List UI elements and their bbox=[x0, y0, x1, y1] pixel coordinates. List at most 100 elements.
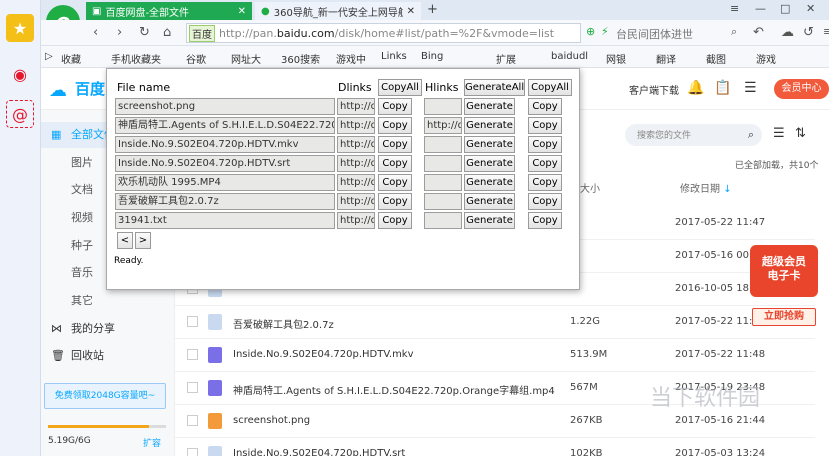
file-search-input[interactable]: 搜索您的文件 ⌕ bbox=[625, 124, 762, 146]
hlink-field[interactable] bbox=[424, 98, 462, 115]
copy-dlink-button[interactable]: Copy bbox=[378, 117, 412, 134]
buy-now-button[interactable]: 立即抢购 bbox=[752, 308, 816, 326]
copy-dlink-button[interactable]: Copy bbox=[378, 155, 412, 172]
copy-hlink-button[interactable]: Copy bbox=[528, 193, 562, 210]
mail-icon[interactable]: @ bbox=[6, 100, 34, 128]
dlink-field[interactable]: http://d. bbox=[337, 117, 375, 134]
close-window-icon[interactable]: ✕ bbox=[806, 2, 815, 15]
refresh-icon[interactable]: ↻ bbox=[139, 25, 150, 40]
extensions-button[interactable]: 扩展 bbox=[496, 51, 516, 66]
dlink-field[interactable]: http://d. bbox=[337, 155, 375, 172]
home-icon[interactable]: ⌂ bbox=[163, 25, 171, 40]
search-icon[interactable]: ⌕ bbox=[731, 25, 737, 39]
baidu-pan-logo[interactable]: ☁ 百度 bbox=[49, 78, 105, 101]
file-name[interactable]: Inside.No.9.S02E04.720p.HDTV.srt bbox=[233, 448, 405, 456]
speed-icon[interactable]: ⚡ bbox=[601, 25, 609, 38]
new-tab-button[interactable]: + bbox=[427, 2, 438, 17]
dlink-field[interactable]: http://d. bbox=[337, 193, 375, 210]
baidudl-extension[interactable]: baidudl bbox=[551, 51, 588, 62]
restore-icon[interactable]: ↺ bbox=[803, 25, 814, 40]
generate-button[interactable]: Generate bbox=[464, 136, 515, 153]
row-checkbox[interactable] bbox=[187, 448, 198, 456]
search-box[interactable]: 台民间团体进世 bbox=[616, 23, 761, 43]
bookmark-toggle-icon[interactable]: ▷ bbox=[45, 51, 53, 62]
list-view-icon[interactable]: ☰ bbox=[773, 126, 785, 141]
bell-icon[interactable]: 🔔 bbox=[687, 80, 704, 96]
bookmark-google[interactable]: 谷歌 bbox=[186, 51, 206, 66]
copy-hlink-button[interactable]: Copy bbox=[528, 212, 562, 229]
bookmark-games[interactable]: 游戏中 bbox=[336, 51, 366, 66]
bookmark-links[interactable]: Links bbox=[381, 51, 407, 62]
more-icon[interactable]: ≡ bbox=[823, 25, 829, 38]
clipboard-icon[interactable]: 📋 bbox=[714, 80, 731, 96]
column-header-size[interactable]: 大小 bbox=[580, 180, 600, 195]
tab-baidu-pan[interactable]: ▣ 百度网盘-全部文件 ✕ bbox=[86, 2, 252, 20]
file-name[interactable]: screenshot.png bbox=[233, 415, 310, 426]
dlink-field[interactable]: http://d. bbox=[337, 174, 375, 191]
tab-360-nav[interactable]: ● 360导航_新一代安全上网导航 ✕ bbox=[255, 2, 421, 20]
cloud-icon[interactable]: ☁ bbox=[781, 25, 794, 40]
table-row[interactable]: Inside.No.9.S02E04.720p.HDTV.srt 102KB 201… bbox=[175, 438, 815, 456]
online-banking[interactable]: 网银 bbox=[606, 51, 626, 66]
hlink-field[interactable] bbox=[424, 155, 462, 172]
file-name[interactable]: 神盾局特工.Agents of S.H.I.E.L.D.S04E22.720p.… bbox=[233, 382, 555, 397]
minimize-icon[interactable]: — bbox=[755, 2, 766, 15]
close-tab-icon[interactable]: ✕ bbox=[238, 6, 246, 17]
generate-button[interactable]: Generate bbox=[464, 117, 515, 134]
hlink-field[interactable] bbox=[424, 193, 462, 210]
forward-icon[interactable]: › bbox=[117, 25, 122, 40]
column-header-date[interactable]: 修改日期 ↓ bbox=[680, 180, 732, 195]
table-row[interactable]: 吾爱破解工具包2.0.7z 1.22G 2017-05-22 11:48 bbox=[175, 306, 815, 339]
menu-grid-icon[interactable]: ☰ bbox=[744, 80, 757, 96]
prev-page-button[interactable]: < bbox=[117, 232, 133, 249]
table-row[interactable]: Inside.No.9.S02E04.720p.HDTV.mkv 513.9M 20… bbox=[175, 339, 815, 372]
games-button[interactable]: 游戏 bbox=[756, 51, 776, 66]
maximize-icon[interactable]: □ bbox=[780, 2, 790, 15]
back-icon[interactable]: ‹ bbox=[93, 25, 98, 40]
vip-promo[interactable]: 超级会员 电子卡 立即抢购 bbox=[742, 225, 824, 330]
dlink-field[interactable]: http://d. bbox=[337, 98, 375, 115]
file-name-field[interactable]: 31941.txt bbox=[115, 212, 335, 229]
generate-button[interactable]: Generate bbox=[464, 174, 515, 191]
file-name-field[interactable]: screenshot.png bbox=[115, 98, 335, 115]
translate-button[interactable]: 翻译 bbox=[656, 51, 676, 66]
screenshot-button[interactable]: 截图 bbox=[706, 51, 726, 66]
hlink-field[interactable] bbox=[424, 174, 462, 191]
row-checkbox[interactable] bbox=[187, 415, 198, 426]
bookmark-360search[interactable]: 360搜索 bbox=[281, 51, 320, 66]
copy-dlink-button[interactable]: Copy bbox=[378, 212, 412, 229]
file-name-field[interactable]: 欢乐机动队 1995.MP4 bbox=[115, 174, 335, 191]
row-checkbox[interactable] bbox=[187, 349, 198, 360]
generateall-button[interactable]: GenerateAll bbox=[464, 79, 525, 96]
file-name-field[interactable]: Inside.No.9.S02E04.720p.HDTV.mkv bbox=[115, 136, 335, 153]
expand-link[interactable]: 扩容 bbox=[143, 436, 161, 449]
generate-button[interactable]: Generate bbox=[464, 212, 515, 229]
sidebar-item-other[interactable]: 其它 bbox=[41, 288, 175, 314]
file-name-field[interactable]: 吾爱破解工具包2.0.7z bbox=[115, 193, 335, 210]
free-space-button[interactable]: 免费领取2048G容量吧~ bbox=[44, 383, 166, 409]
file-name-field[interactable]: Inside.No.9.S02E04.720p.HDTV.srt bbox=[115, 155, 335, 172]
dlink-field[interactable]: http://d. bbox=[337, 136, 375, 153]
favorites-star-icon[interactable]: ★ bbox=[6, 14, 34, 42]
row-checkbox[interactable] bbox=[187, 382, 198, 393]
security-icon[interactable]: ⊕ bbox=[586, 25, 595, 38]
copy-dlink-button[interactable]: Copy bbox=[378, 174, 412, 191]
address-bar[interactable]: 百度 http://pan.baidu.com/disk/home#list/p… bbox=[186, 23, 581, 43]
copyall-button[interactable]: CopyAll bbox=[378, 79, 422, 96]
bookmark-bing[interactable]: Bing bbox=[421, 51, 443, 62]
generate-button[interactable]: Generate bbox=[464, 193, 515, 210]
row-checkbox[interactable] bbox=[187, 316, 198, 327]
file-name[interactable]: Inside.No.9.S02E04.720p.HDTV.mkv bbox=[233, 349, 414, 360]
close-tab-icon[interactable]: ✕ bbox=[407, 6, 415, 17]
copyall-hlinks-button[interactable]: CopyAll bbox=[528, 79, 572, 96]
weibo-icon[interactable]: ◉ bbox=[6, 60, 34, 88]
vip-center-button[interactable]: 会员中心 bbox=[774, 79, 829, 99]
generate-button[interactable]: Generate bbox=[464, 155, 515, 172]
undo-icon[interactable]: ↶ bbox=[753, 25, 764, 40]
copy-hlink-button[interactable]: Copy bbox=[528, 117, 562, 134]
hlink-field[interactable] bbox=[424, 136, 462, 153]
file-name-field[interactable]: 神盾局特工.Agents of S.H.I.E.L.D.S04E22.720p.… bbox=[115, 117, 335, 134]
hlink-field[interactable] bbox=[424, 212, 462, 229]
sort-icon[interactable]: ⇅ bbox=[795, 126, 806, 141]
copy-dlink-button[interactable]: Copy bbox=[378, 136, 412, 153]
